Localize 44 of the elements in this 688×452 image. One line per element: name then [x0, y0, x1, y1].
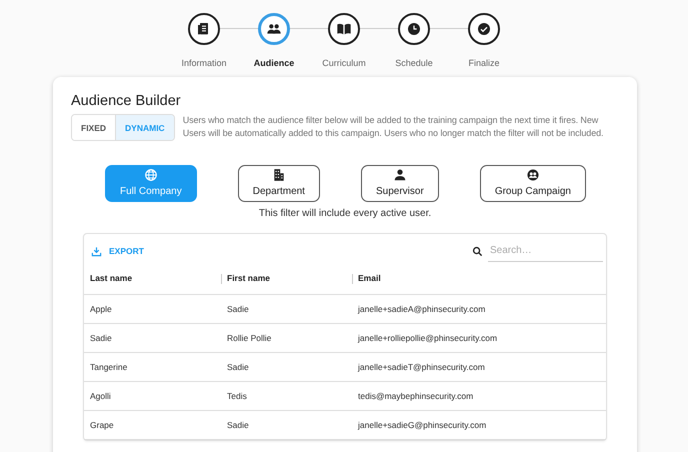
filter-note: This filter will include every active user. — [258, 207, 432, 222]
step-button[interactable] — [398, 13, 430, 45]
table-cell: janelle+sadieG@phinsecurity.com — [346, 410, 606, 440]
table-cell: janelle+sadieA@phinsecurity.com — [346, 294, 606, 324]
step-button[interactable] — [468, 13, 500, 45]
step-button[interactable] — [258, 13, 290, 45]
step-label: Schedule — [395, 57, 433, 70]
table-cell: Agolli — [84, 381, 215, 410]
step-label: Audience — [254, 57, 294, 70]
table-cell: Tedis — [215, 381, 346, 410]
table-cell: janelle+sadieT@phinsecurity.com — [346, 352, 606, 382]
filter-button[interactable]: Department — [238, 165, 320, 202]
group-icon — [526, 168, 540, 182]
table-cell: Sadie — [215, 294, 346, 324]
table-cell: Apple — [84, 294, 215, 324]
panel-title: Audience Builder — [71, 93, 182, 110]
step-label: Finalize — [468, 57, 500, 70]
person-icon — [392, 168, 407, 182]
column-header[interactable]: Email — [358, 272, 381, 283]
table-cell: Grape — [84, 410, 215, 440]
book-icon — [336, 21, 352, 37]
table-cell: janelle+rolliepollie@phinsecurity.com — [346, 323, 606, 352]
table-cell: Sadie — [84, 323, 215, 352]
clock-icon — [406, 21, 422, 37]
step-button[interactable] — [328, 13, 360, 45]
step-button[interactable] — [188, 13, 220, 45]
column-header[interactable]: First name — [227, 272, 270, 283]
download-icon — [91, 246, 102, 257]
filter-button[interactable]: Supervisor — [360, 165, 439, 202]
description-text: Users who match the audience filter below will be added to the training campaign the next time it fires. New Users will be automatically added to this campaign. Users who no longer match the filter will not be included. — [182, 114, 604, 140]
globe-icon — [144, 168, 158, 182]
table-cell: tedis@maybephinsecurity.com — [346, 381, 606, 410]
step-label: Information — [181, 57, 227, 70]
filter-button[interactable]: Group Campaign — [480, 165, 586, 202]
search-field[interactable]: Search… — [488, 240, 603, 262]
check-icon — [476, 21, 492, 37]
table-cell: Sadie — [215, 352, 346, 382]
column-header[interactable]: Last name — [90, 272, 132, 283]
step-label: Curriculum — [322, 57, 366, 70]
table-cell: Sadie — [215, 410, 346, 440]
table-cell: Rollie Pollie — [215, 323, 346, 352]
table-cell: Tangerine — [84, 352, 215, 382]
building-icon — [272, 168, 286, 182]
search-icon — [472, 246, 483, 257]
